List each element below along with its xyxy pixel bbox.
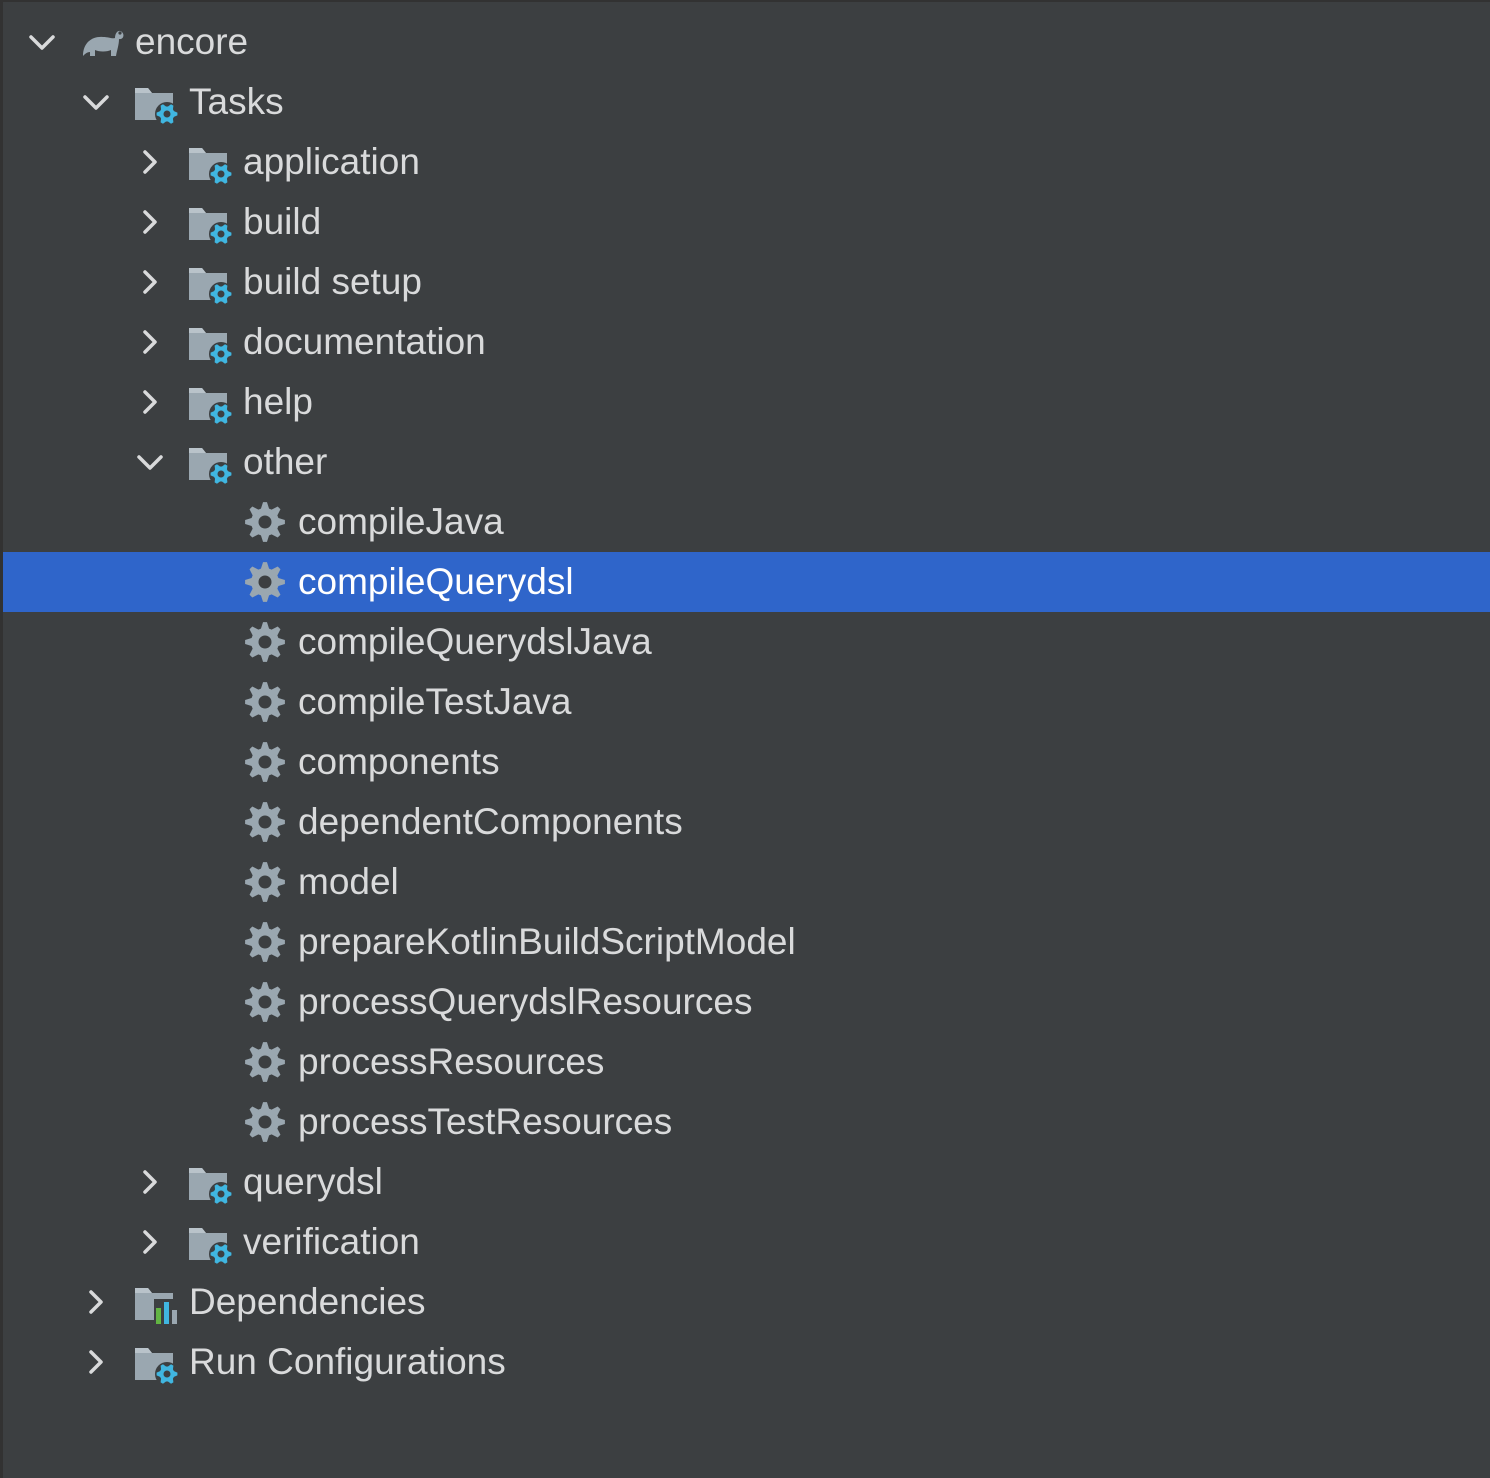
gradle-tool-window: encore Tasks application build build setup do… (0, 0, 1490, 1478)
task-tree-node[interactable]: help (3, 372, 1490, 432)
gear-icon (243, 1032, 291, 1092)
tree-item-label: verification (243, 1221, 420, 1262)
gear-icon (243, 1092, 291, 1152)
task-folder-icon (133, 1332, 181, 1392)
gear-icon (243, 972, 291, 1032)
tree-item-label: build (243, 201, 322, 242)
chevron-down-icon[interactable] (135, 432, 165, 492)
task-folder-icon (187, 132, 235, 192)
tree-item-label: dependentComponents (298, 801, 683, 842)
task-tree-item[interactable]: model (3, 852, 1490, 912)
task-folder-icon (187, 192, 235, 252)
task-tree-item[interactable]: compileQuerydsl (3, 552, 1490, 612)
task-tree-node[interactable]: application (3, 132, 1490, 192)
tree-item-label: compileTestJava (298, 681, 572, 722)
tree-item-label: processQuerydslResources (298, 981, 753, 1022)
task-tree-item[interactable]: components (3, 732, 1490, 792)
task-folder-icon (187, 1152, 235, 1212)
chevron-right-icon[interactable] (135, 132, 165, 192)
task-folder-icon (187, 312, 235, 372)
tree-item-label: documentation (243, 321, 486, 362)
task-folder-icon (187, 432, 235, 492)
chevron-right-icon[interactable] (135, 312, 165, 372)
task-tree-node[interactable]: build setup (3, 252, 1490, 312)
task-folder-icon (187, 252, 235, 312)
chevron-right-icon[interactable] (135, 192, 165, 252)
task-tree-item[interactable]: compileQuerydslJava (3, 612, 1490, 672)
tree-item-label: model (298, 861, 399, 902)
gear-icon (243, 792, 291, 852)
task-tree-item[interactable]: processQuerydslResources (3, 972, 1490, 1032)
dependencies-folder-icon (133, 1272, 181, 1332)
task-folder-icon (187, 1212, 235, 1272)
task-tree-item[interactable]: compileTestJava (3, 672, 1490, 732)
tree-item-label: help (243, 381, 313, 422)
tree-item-label: other (243, 441, 328, 482)
task-tree-node[interactable]: verification (3, 1212, 1490, 1272)
gear-icon (243, 672, 291, 732)
chevron-down-icon[interactable] (81, 72, 111, 132)
gear-icon (243, 732, 291, 792)
tree-item-label: compileQuerydslJava (298, 621, 652, 662)
task-tree-item[interactable]: processTestResources (3, 1092, 1490, 1152)
tree-item-label: components (298, 741, 500, 782)
task-tree-node[interactable]: Run Configurations (3, 1332, 1490, 1392)
gear-icon (243, 552, 291, 612)
task-tree-node[interactable]: Dependencies (3, 1272, 1490, 1332)
gear-icon (243, 612, 291, 672)
task-tree-node[interactable]: encore (3, 12, 1490, 72)
chevron-right-icon[interactable] (135, 252, 165, 312)
task-tree-item[interactable]: compileJava (3, 492, 1490, 552)
task-folder-icon (187, 372, 235, 432)
chevron-right-icon[interactable] (81, 1332, 111, 1392)
tree-item-label: querydsl (243, 1161, 383, 1202)
task-tree-item[interactable]: dependentComponents (3, 792, 1490, 852)
chevron-right-icon[interactable] (135, 372, 165, 432)
tree-item-label: Dependencies (189, 1281, 426, 1322)
gear-icon (243, 912, 291, 972)
tree-item-label: compileJava (298, 501, 504, 542)
tree-item-label: Run Configurations (189, 1341, 506, 1382)
chevron-right-icon[interactable] (135, 1212, 165, 1272)
tree-item-label: application (243, 141, 420, 182)
gear-icon (243, 492, 291, 552)
gradle-elephant-icon (79, 12, 127, 72)
task-tree-node[interactable]: build (3, 192, 1490, 252)
tree-item-label: compileQuerydsl (298, 561, 574, 602)
tree-item-label: prepareKotlinBuildScriptModel (298, 921, 796, 962)
task-tree-item[interactable]: processResources (3, 1032, 1490, 1092)
gear-icon (243, 852, 291, 912)
tree-item-label: Tasks (189, 81, 284, 122)
task-tree-node[interactable]: documentation (3, 312, 1490, 372)
tree-item-label: processResources (298, 1041, 605, 1082)
tree-item-label: encore (135, 21, 249, 62)
task-tree-node[interactable]: querydsl (3, 1152, 1490, 1212)
task-tree-node[interactable]: other (3, 432, 1490, 492)
tree-item-label: build setup (243, 261, 422, 302)
chevron-down-icon[interactable] (27, 12, 57, 72)
task-tree-node[interactable]: Tasks (3, 72, 1490, 132)
chevron-right-icon[interactable] (81, 1272, 111, 1332)
task-tree-item[interactable]: prepareKotlinBuildScriptModel (3, 912, 1490, 972)
chevron-right-icon[interactable] (135, 1152, 165, 1212)
task-folder-icon (133, 72, 181, 132)
tree-item-label: processTestResources (298, 1101, 673, 1142)
